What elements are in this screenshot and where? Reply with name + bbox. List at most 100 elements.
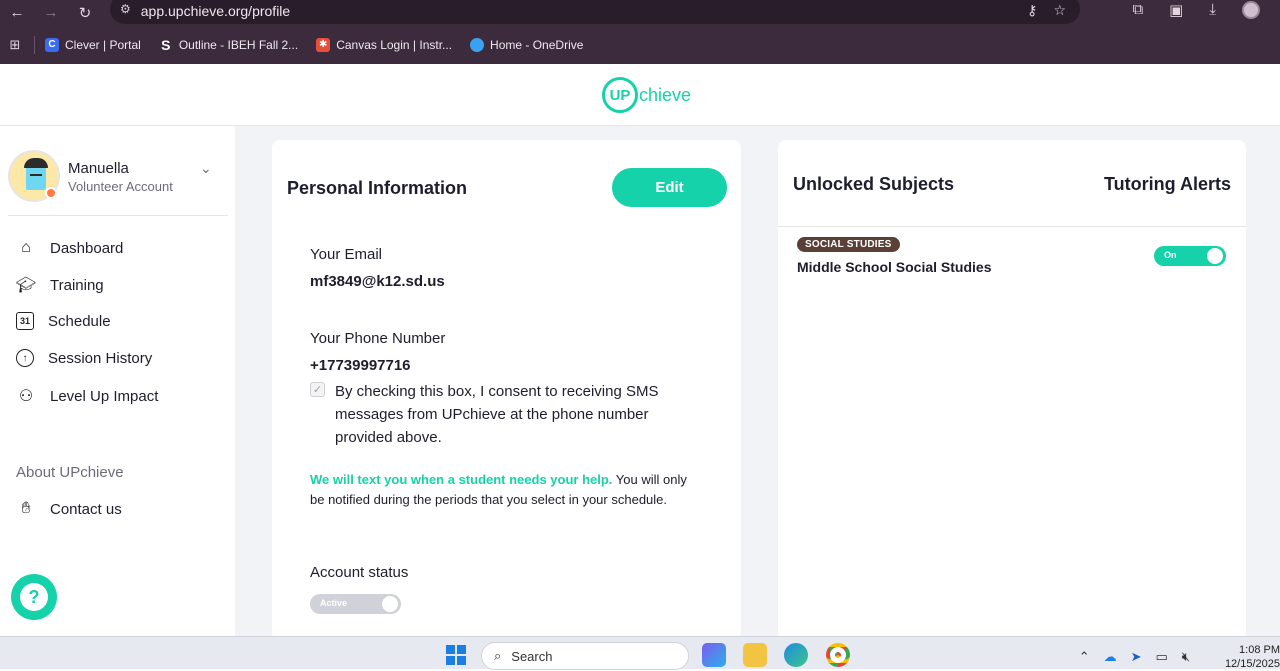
- toggle-knob: [1207, 248, 1223, 264]
- app-header: UP chieve: [0, 64, 1280, 126]
- sidebar-item-label: Level Up Impact: [50, 387, 159, 405]
- sidebar-item-dashboard[interactable]: ⌂ Dashboard: [16, 238, 123, 258]
- browser-profile-icon[interactable]: [1242, 1, 1260, 19]
- about-link[interactable]: About UPchieve: [16, 464, 124, 481]
- help-button[interactable]: ?: [11, 574, 57, 620]
- toggle-text: On: [1164, 250, 1177, 260]
- outline-icon: S: [161, 36, 171, 53]
- bookmark-label: Canvas Login | Instr...: [336, 37, 453, 52]
- edge-icon[interactable]: [784, 643, 808, 667]
- windows-start-icon[interactable]: [446, 645, 466, 665]
- subjects-header: Unlocked Subjects Tutoring Alerts: [778, 140, 1246, 227]
- display-icon[interactable]: ▭: [1156, 649, 1168, 665]
- phone-value: +17739997716: [310, 357, 411, 374]
- bookmark-label: Clever | Portal: [65, 37, 141, 52]
- subject-badge: SOCIAL STUDIES: [797, 237, 900, 252]
- sidebar-item-label: Session History: [48, 349, 153, 367]
- bookmarks-bar: ⊞ C Clever | Portal S Outline - IBEH Fal…: [0, 25, 1280, 64]
- location-icon[interactable]: ➤: [1131, 649, 1142, 665]
- chrome-icon[interactable]: [826, 643, 850, 667]
- edit-button[interactable]: Edit: [612, 168, 727, 207]
- sidebar-item-schedule[interactable]: 31 Schedule: [16, 312, 111, 330]
- sidebar-item-label: Schedule: [48, 312, 111, 330]
- upchieve-logo[interactable]: UP chieve: [602, 77, 691, 113]
- chevron-down-icon[interactable]: ⌄: [200, 160, 212, 177]
- logo-rest: chieve: [639, 84, 692, 105]
- browser-toolbar: ← → ↻ ⚙ app.upchieve.org/profile ⚷ ☆ ⧉ ▣…: [0, 0, 1280, 25]
- people-icon: ⚇: [18, 388, 34, 405]
- address-bar[interactable]: ⚙ app.upchieve.org/profile ⚷ ☆: [110, 0, 1080, 24]
- bookmark-star-icon[interactable]: ☆: [1053, 2, 1066, 19]
- divider: [34, 35, 35, 54]
- chevron-up-icon[interactable]: ⌃: [1079, 649, 1090, 665]
- volume-muted-icon[interactable]: 🔇︎: [1182, 649, 1190, 665]
- logo-up: UP: [602, 77, 638, 113]
- extensions-icon[interactable]: ⧉: [1132, 1, 1143, 19]
- toggle-text: Active: [320, 598, 348, 608]
- sidebar-item-label: Dashboard: [50, 239, 124, 257]
- file-explorer-icon[interactable]: [743, 643, 767, 667]
- home-icon: ⌂: [21, 239, 31, 256]
- reload-icon[interactable]: ↻: [68, 4, 102, 22]
- unlocked-subjects-card: Unlocked Subjects Tutoring Alerts SOCIAL…: [778, 140, 1246, 640]
- bookmark-canvas[interactable]: ✱ Canvas Login | Instr...: [316, 37, 453, 52]
- personal-info-card: Personal Information Edit Your Email mf3…: [272, 140, 741, 640]
- search-icon: ⌕: [494, 648, 502, 663]
- bookmark-onedrive[interactable]: Home - OneDrive: [470, 37, 584, 52]
- clever-icon: C: [45, 37, 59, 52]
- key-icon[interactable]: ⚷: [1027, 2, 1037, 19]
- personal-info-title: Personal Information: [287, 178, 468, 198]
- taskbar-clock[interactable]: 1:08 PM 12/15/2025: [1210, 643, 1280, 671]
- waving-hand-icon: ✋︎: [21, 500, 31, 517]
- text-alert-notice: We will text you when a student needs yo…: [310, 470, 700, 510]
- apps-grid-icon[interactable]: ⊞: [0, 37, 30, 53]
- m365-copilot-icon[interactable]: [702, 643, 726, 667]
- graduation-cap-icon: 🎓︎: [15, 277, 37, 294]
- sms-consent: ✓ By checking this box, I consent to rec…: [310, 380, 710, 449]
- status-dot: [45, 187, 57, 199]
- tab-search-icon[interactable]: ▣: [1169, 1, 1183, 19]
- sidebar-item-training[interactable]: 🎓︎ Training: [16, 275, 104, 295]
- canvas-icon: ✱: [316, 37, 331, 52]
- calendar-icon: 31: [16, 312, 34, 330]
- subject-name: Middle School Social Studies: [797, 259, 992, 275]
- browser-nav: ← → ↻: [0, 4, 102, 22]
- account-status-toggle[interactable]: Active: [310, 594, 401, 614]
- unlocked-subjects-title: Unlocked Subjects: [793, 174, 955, 194]
- help-icon: ?: [20, 583, 48, 611]
- phone-label: Your Phone Number: [310, 330, 446, 347]
- url-text[interactable]: app.upchieve.org/profile: [141, 0, 290, 19]
- sidebar: Manuella Volunteer Account ⌄ ⌂ Dashboard…: [0, 126, 235, 636]
- sms-consent-text: By checking this box, I consent to recei…: [335, 383, 659, 446]
- profile-menu[interactable]: Manuella Volunteer Account ⌄: [8, 150, 228, 216]
- account-status-label: Account status: [310, 564, 409, 581]
- bookmark-label: Home - OneDrive: [490, 37, 584, 52]
- account-type: Volunteer Account: [68, 179, 173, 194]
- tutoring-alert-toggle[interactable]: On: [1154, 246, 1226, 266]
- contact-label: Contact us: [50, 500, 122, 518]
- onedrive-tray-icon[interactable]: ☁: [1104, 649, 1117, 665]
- taskbar-search[interactable]: ⌕ Search: [481, 642, 689, 670]
- sms-consent-checkbox[interactable]: ✓: [310, 382, 325, 397]
- user-name: Manuella: [68, 160, 129, 177]
- contact-us-link[interactable]: ✋︎ Contact us: [16, 499, 122, 519]
- bookmark-label: Outline - IBEH Fall 2...: [178, 37, 299, 52]
- clock-time: 1:08 PM: [1239, 644, 1280, 656]
- system-tray: ⌃ ☁ ➤ ▭ 🔇︎: [1079, 649, 1190, 665]
- back-icon[interactable]: ←: [0, 4, 34, 21]
- email-value: mf3849@k12.sd.us: [310, 273, 445, 290]
- taskbar: ⌕ Search ⌃ ☁ ➤ ▭ 🔇︎ 1:08 PM 12/15/2025: [0, 636, 1280, 671]
- forward-icon[interactable]: →: [34, 4, 68, 21]
- tutoring-alerts-title: Tutoring Alerts: [1104, 174, 1231, 194]
- site-settings-icon[interactable]: ⚙: [120, 2, 131, 16]
- bookmark-outline[interactable]: S Outline - IBEH Fall 2...: [159, 36, 299, 53]
- bookmark-clever[interactable]: C Clever | Portal: [45, 37, 141, 52]
- search-placeholder: Search: [511, 648, 553, 664]
- sidebar-item-label: Training: [50, 276, 104, 294]
- notice-highlight: We will text you when a student needs yo…: [310, 472, 613, 487]
- sidebar-item-session-history[interactable]: ↑ Session History: [16, 349, 152, 367]
- sidebar-item-level-up-impact[interactable]: ⚇ Level Up Impact: [16, 386, 159, 406]
- main-content: Personal Information Edit Your Email mf3…: [235, 126, 1280, 640]
- clock-icon: ↑: [16, 349, 34, 367]
- download-icon[interactable]: ⤓: [1209, 1, 1216, 19]
